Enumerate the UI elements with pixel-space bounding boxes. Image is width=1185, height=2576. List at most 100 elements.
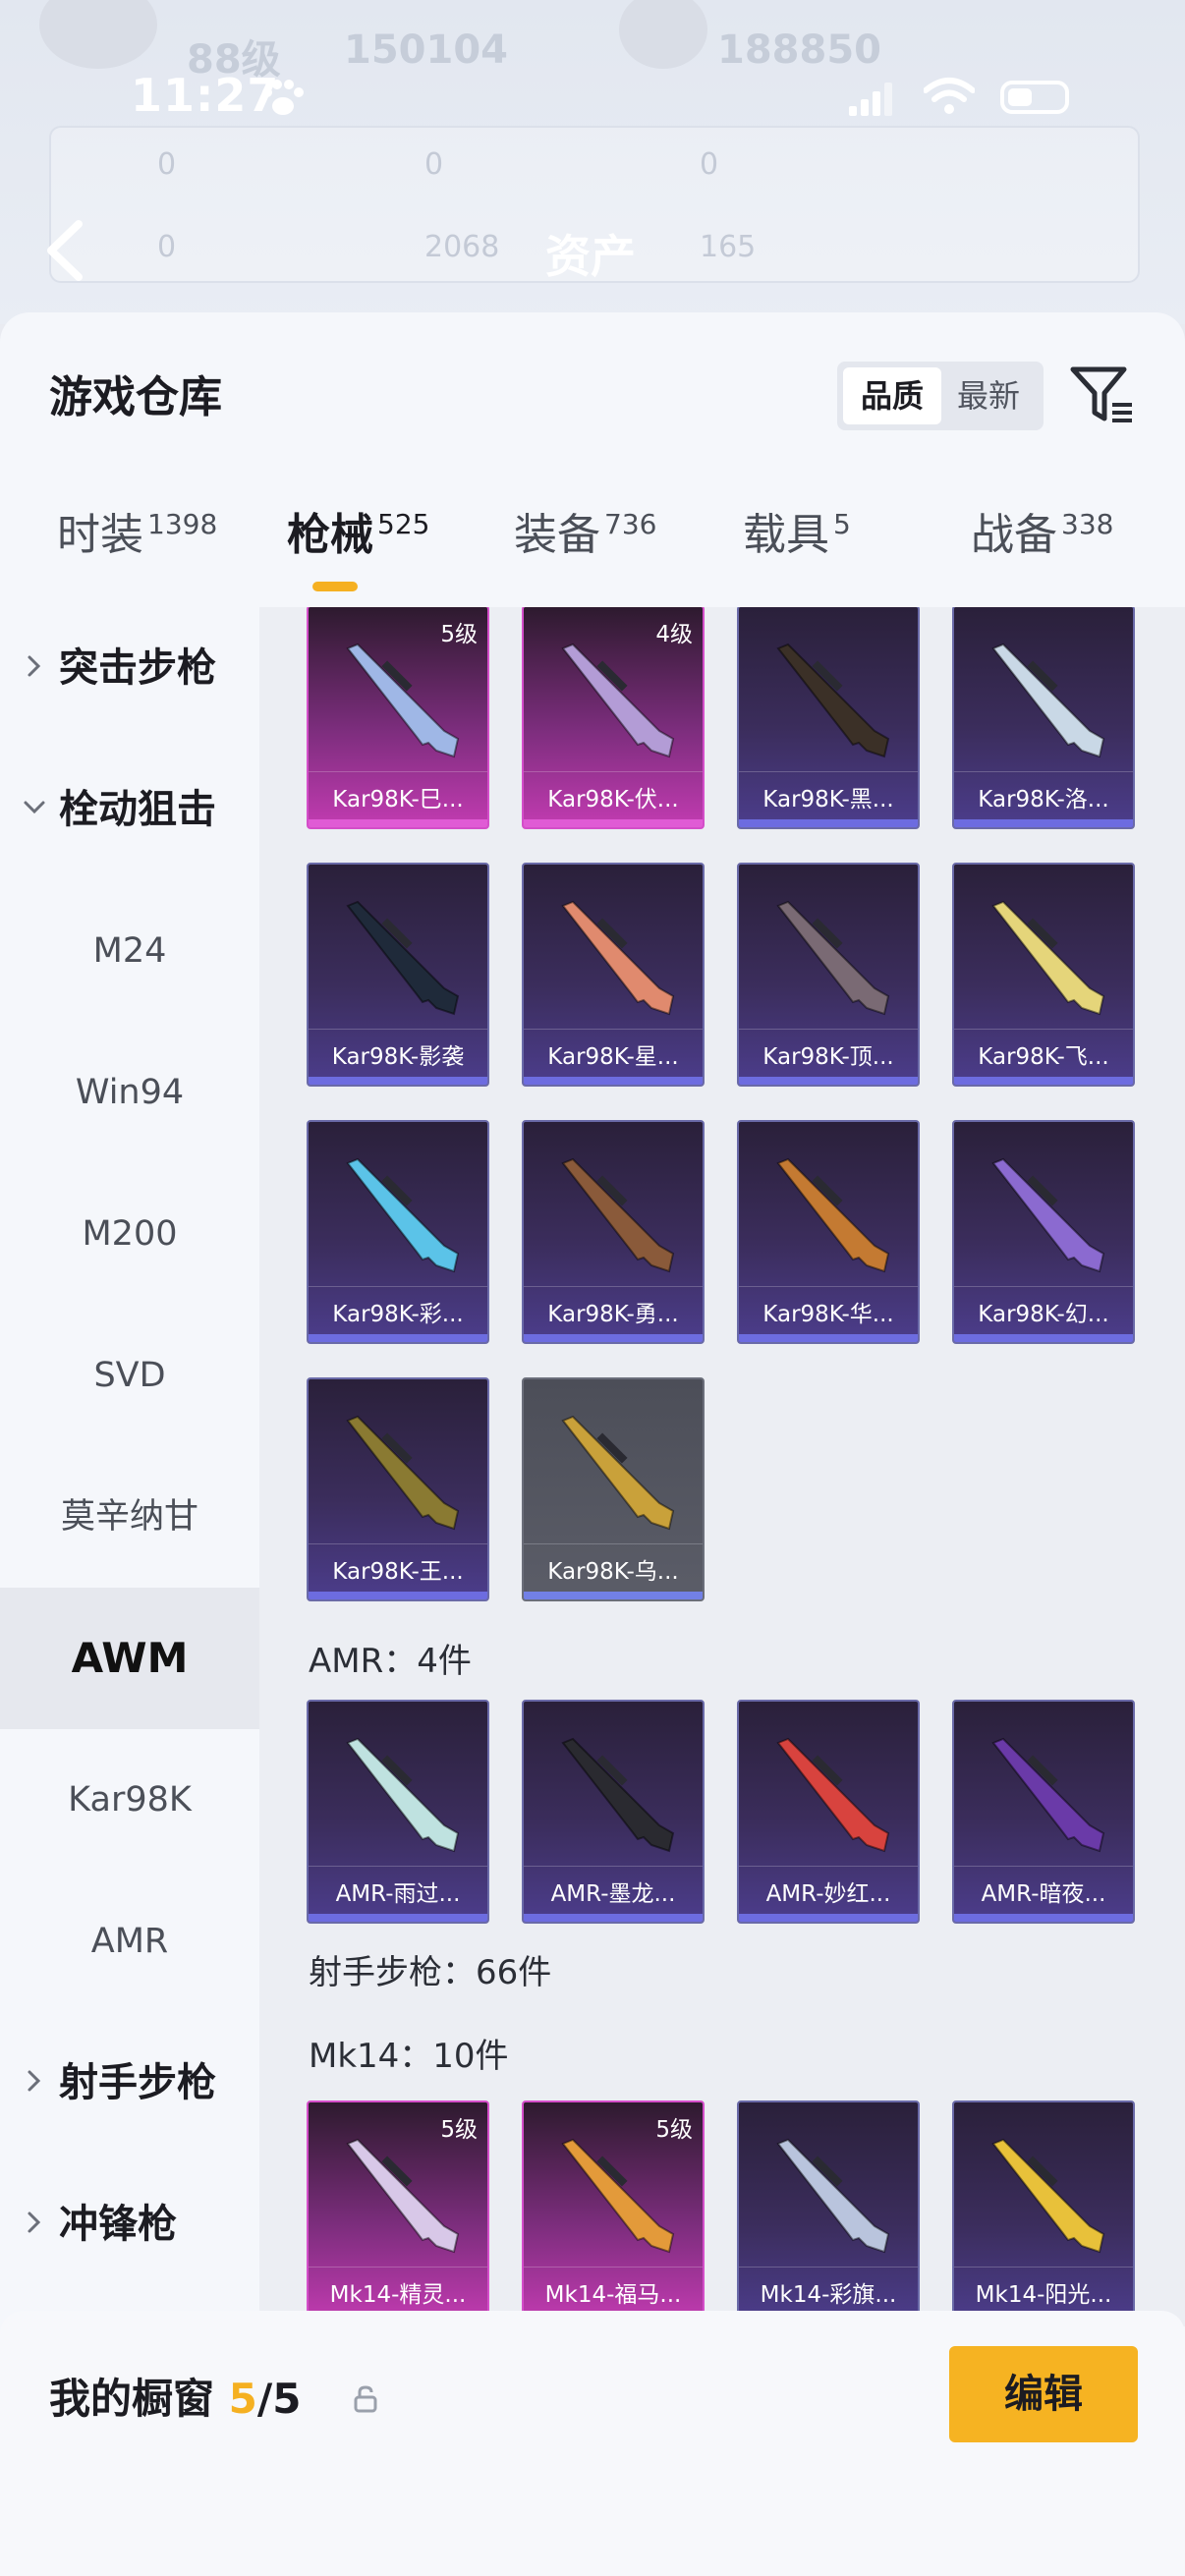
weapon-name: Kar98K-彩... <box>332 1302 464 1327</box>
rarity-bar <box>524 1914 703 1922</box>
back-arrow-icon[interactable] <box>37 216 96 285</box>
card-divider <box>309 1286 487 1287</box>
weapon-category-sidebar: 突击步枪 栓动狙击 M24 Win94 M200 SVD 莫辛纳甘 AWM Kar98K AMR 射… <box>0 607 259 2326</box>
weapon-skin-icon <box>346 1157 460 1273</box>
weapon-skin-icon <box>561 643 675 758</box>
weapon-card[interactable]: Kar98K-黑... <box>737 607 920 829</box>
weapon-card[interactable]: Kar98K-幻... <box>952 1120 1135 1344</box>
weapon-card[interactable]: AMR-暗夜... <box>952 1700 1135 1924</box>
sidebar-item[interactable]: 射手步枪 <box>0 2012 259 2154</box>
sidebar-item[interactable]: M24 <box>0 880 259 1022</box>
tab-equipment[interactable]: 装备 736 <box>514 499 656 607</box>
tab-battle-supplies[interactable]: 战备 338 <box>971 499 1113 607</box>
section-label-marksman-rifles: 射手步枪：66件 <box>309 1953 552 1992</box>
weapon-card[interactable]: Kar98K-飞... <box>952 863 1135 1087</box>
weapon-card[interactable]: Kar98K-顶... <box>737 863 920 1087</box>
sort-by-quality-button[interactable]: 品质 <box>843 367 941 424</box>
weapon-skin-icon <box>561 900 675 1016</box>
weapon-name: Kar98K-影袭 <box>331 1044 465 1070</box>
sidebar-item-label: Win94 <box>75 1073 185 1112</box>
weapon-name: Kar98K-巳... <box>332 787 464 812</box>
rarity-bar <box>954 1334 1133 1342</box>
rarity-bar <box>739 1914 918 1922</box>
showcase-label: 我的橱窗 5/5 <box>49 2366 301 2426</box>
card-divider <box>524 1286 703 1287</box>
weapon-name: Kar98K-顶... <box>762 1044 894 1070</box>
rarity-bar <box>954 819 1133 827</box>
tab-fashion[interactable]: 时装 1398 <box>57 499 217 607</box>
weapon-name: Mk14-阳光... <box>975 2282 1112 2308</box>
edit-button[interactable]: 编辑 <box>949 2346 1138 2442</box>
sidebar-item[interactable]: AMR <box>0 1871 259 2012</box>
weapon-name: AMR-妙红... <box>765 1881 891 1907</box>
weapon-card[interactable]: 4级 Kar98K-伏... <box>522 607 705 829</box>
signal-icon <box>849 83 892 116</box>
weapon-card[interactable]: 5级 Mk14-福马... <box>522 2100 705 2324</box>
rarity-bar <box>524 1592 703 1599</box>
weapon-card[interactable]: AMR-雨过... <box>307 1700 489 1924</box>
background-cell: 2068 <box>424 230 500 264</box>
weapon-skin-icon <box>561 1415 675 1531</box>
weapon-name: Kar98K-华... <box>762 1302 894 1327</box>
tab-count: 736 <box>604 507 657 540</box>
weapon-card[interactable]: Mk14-彩旗... <box>737 2100 920 2324</box>
weapon-skin-icon <box>346 643 460 758</box>
card-divider <box>309 1029 487 1030</box>
weapon-card[interactable]: 5级 Mk14-精灵... <box>307 2100 489 2324</box>
weapon-level-badge: 5级 <box>440 2117 478 2143</box>
weapon-skin-icon <box>991 1157 1105 1273</box>
rarity-bar <box>739 819 918 827</box>
tab-count: 525 <box>377 507 430 540</box>
sidebar-item[interactable]: AWM <box>0 1588 259 1729</box>
weapon-name: Mk14-福马... <box>544 2282 682 2308</box>
rarity-bar <box>309 1914 487 1922</box>
weapon-skin-icon <box>776 900 890 1016</box>
weapon-card[interactable]: AMR-墨龙... <box>522 1700 705 1924</box>
weapon-card[interactable]: Kar98K-勇... <box>522 1120 705 1344</box>
weapon-card[interactable]: Kar98K-洛... <box>952 607 1135 829</box>
sidebar-item[interactable]: 莫辛纳甘 <box>0 1446 259 1588</box>
card-divider <box>739 771 918 772</box>
weapon-skin-icon <box>561 2138 675 2254</box>
weapon-card[interactable]: Kar98K-影袭 <box>307 863 489 1087</box>
weapon-card[interactable]: AMR-妙红... <box>737 1700 920 1924</box>
weapon-card[interactable]: 5级 Kar98K-巳... <box>307 607 489 829</box>
sort-toggle: 品质 最新 <box>837 362 1044 430</box>
lock-icon <box>354 2385 377 2413</box>
sidebar-item[interactable]: 突击步枪 <box>0 597 259 739</box>
card-divider <box>954 771 1133 772</box>
weapon-card[interactable]: Kar98K-星... <box>522 863 705 1087</box>
filter-icon[interactable] <box>1069 364 1134 426</box>
card-divider <box>739 1286 918 1287</box>
tab-count: 338 <box>1061 507 1114 540</box>
sidebar-item[interactable]: Win94 <box>0 1022 259 1163</box>
weapon-name: Kar98K-勇... <box>547 1302 679 1327</box>
game-warehouse-sheet: 游戏仓库 品质 最新 时装 1398 枪械 525 装备 736 载具 5 战备 338 … <box>0 312 1185 2576</box>
tab-vehicles[interactable]: 载具 5 <box>743 499 851 607</box>
showcase-total: /5 <box>256 2375 302 2423</box>
weapon-skin-icon <box>991 900 1105 1016</box>
weapon-name: Kar98K-飞... <box>978 1044 1109 1070</box>
sidebar-item[interactable]: 冲锋枪 <box>0 2154 259 2295</box>
sidebar-item[interactable]: 栓动狙击 <box>0 739 259 880</box>
rarity-bar <box>309 1334 487 1342</box>
sheet-title: 游戏仓库 <box>49 372 222 422</box>
weapon-skin-icon <box>346 900 460 1016</box>
tab-firearms[interactable]: 枪械 525 <box>287 499 429 607</box>
weapon-skin-icon <box>346 1737 460 1853</box>
weapon-card[interactable]: Mk14-阳光... <box>952 2100 1135 2324</box>
card-divider <box>739 1866 918 1867</box>
weapon-skin-icon <box>561 1157 675 1273</box>
sidebar-item-label: SVD <box>93 1356 166 1395</box>
sidebar-item-label: AMR <box>90 1922 169 1961</box>
weapon-card[interactable]: Kar98K-彩... <box>307 1120 489 1344</box>
sidebar-item[interactable]: M200 <box>0 1163 259 1305</box>
weapon-card[interactable]: Kar98K-乌... <box>522 1377 705 1601</box>
tab-label: 装备 <box>514 510 600 560</box>
sidebar-item[interactable]: SVD <box>0 1305 259 1446</box>
sidebar-item[interactable]: Kar98K <box>0 1729 259 1871</box>
weapon-card[interactable]: Kar98K-王... <box>307 1377 489 1601</box>
rarity-bar <box>739 1334 918 1342</box>
weapon-card[interactable]: Kar98K-华... <box>737 1120 920 1344</box>
sort-by-latest-button[interactable]: 最新 <box>939 367 1038 424</box>
